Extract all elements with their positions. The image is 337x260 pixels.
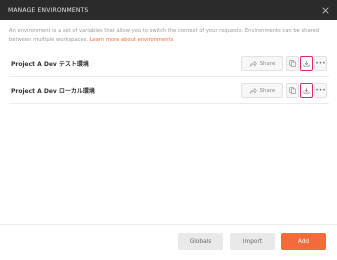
download-button[interactable]: [300, 56, 313, 71]
more-icon: •••: [315, 86, 326, 94]
learn-more-link[interactable]: Learn more about environments: [90, 37, 174, 43]
share-button[interactable]: Share: [241, 56, 283, 71]
environments-description: An environment is a set of variables tha…: [9, 27, 329, 45]
share-label: Share: [259, 87, 276, 94]
globals-button[interactable]: Globals: [178, 233, 223, 250]
modal-title: MANAGE ENVIRONMENTS: [8, 6, 89, 14]
import-button[interactable]: Import: [230, 233, 275, 250]
share-label: Share: [259, 60, 276, 67]
more-icon: •••: [315, 59, 326, 67]
download-button[interactable]: [300, 83, 313, 98]
footer-divider: [0, 224, 337, 225]
duplicate-button[interactable]: [286, 56, 299, 71]
modal-header: MANAGE ENVIRONMENTS: [0, 0, 337, 20]
copy-icon: [289, 60, 296, 67]
add-button[interactable]: Add: [281, 233, 326, 250]
share-icon: [249, 60, 257, 67]
share-icon: [249, 87, 257, 94]
environment-row[interactable]: Project A Dev ローカル環境 Share •••: [9, 78, 329, 104]
more-options-button[interactable]: •••: [314, 56, 327, 71]
more-options-button[interactable]: •••: [314, 83, 327, 98]
share-button[interactable]: Share: [241, 83, 283, 98]
close-icon: [321, 6, 329, 14]
download-icon: [303, 60, 310, 67]
copy-icon: [289, 87, 296, 94]
download-icon: [303, 87, 310, 94]
close-button[interactable]: [319, 4, 331, 16]
environment-row[interactable]: Project A Dev テスト環境 Share •••: [9, 51, 329, 77]
duplicate-button[interactable]: [286, 83, 299, 98]
